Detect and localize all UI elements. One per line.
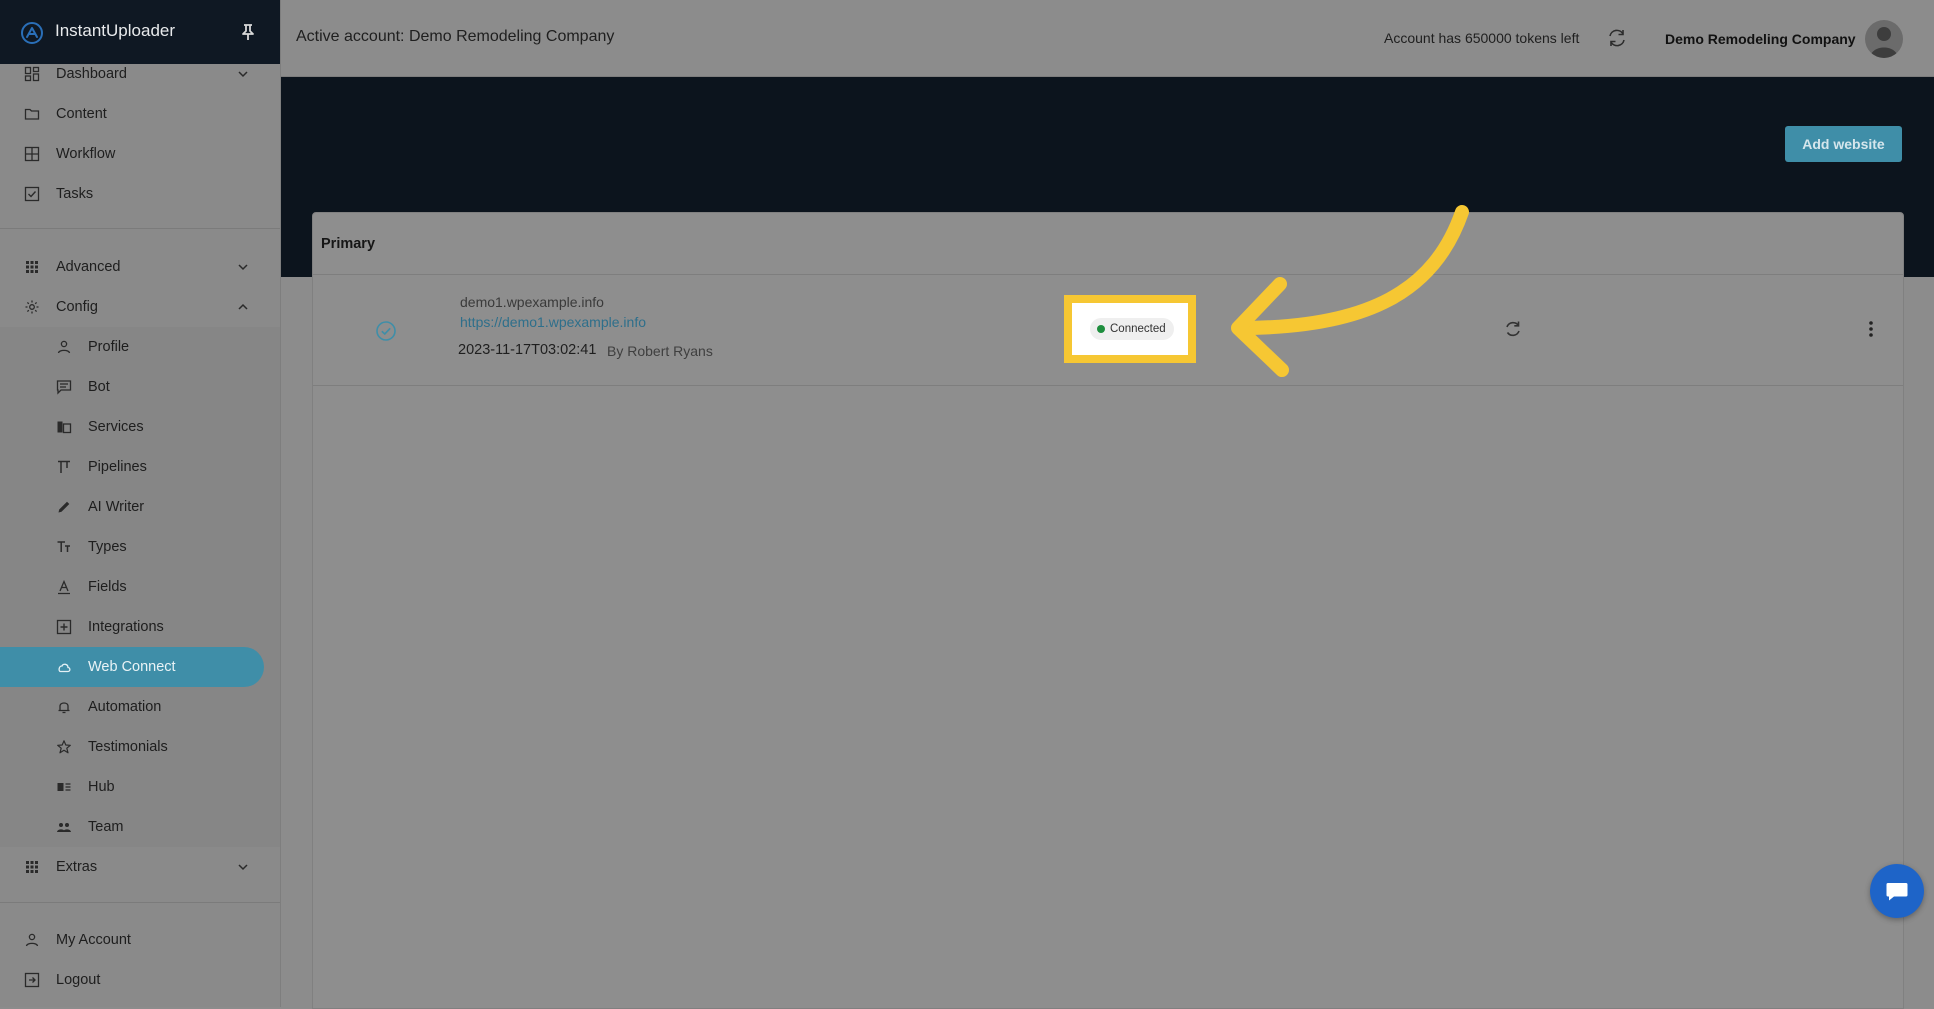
sidebar-item-content[interactable]: Content (0, 94, 280, 134)
status-label: Connected (1110, 323, 1166, 335)
sidebar-divider (0, 228, 280, 229)
sidebar-divider (0, 902, 280, 903)
sidebar-item-label: Bot (88, 379, 110, 395)
sidebar-item-testimonials[interactable]: Testimonials (0, 727, 280, 767)
sidebar-item-label: Dashboard (56, 66, 127, 82)
sidebar-item-dashboard[interactable]: Dashboard (0, 54, 280, 94)
sidebar-item-web-connect[interactable]: Web Connect (0, 647, 280, 687)
sidebar-item-label: Config (56, 299, 98, 315)
sidebar-item-team[interactable]: Team (0, 807, 280, 847)
cloud-icon (58, 663, 71, 673)
sidebar-item-tasks[interactable]: Tasks (0, 174, 280, 214)
sidebar: InstantUploader Dashboard Content Workfl… (0, 0, 281, 1007)
chevron-down-icon (238, 864, 248, 871)
status-badge: Connected (1090, 318, 1174, 340)
hub-icon (57, 783, 71, 791)
team-icon (57, 823, 71, 832)
sidebar-item-label: Advanced (56, 259, 121, 275)
apps-grid-icon (26, 261, 38, 273)
bell-icon (58, 702, 70, 714)
user-icon (57, 340, 71, 354)
sidebar-item-label: My Account (56, 932, 131, 948)
website-timestamp: 2023-11-17T03:02:41 (458, 342, 597, 358)
sidebar-item-config[interactable]: Config (0, 287, 280, 327)
sidebar-item-label: Logout (56, 972, 101, 988)
sidebar-item-label: Profile (88, 339, 130, 355)
sidebar-item-my-account[interactable]: My Account (0, 920, 280, 960)
check-circle-icon (376, 321, 396, 341)
chevron-up-icon (238, 303, 248, 310)
sidebar-item-workflow[interactable]: Workflow (0, 134, 280, 174)
sidebar-item-hub[interactable]: Hub (0, 767, 280, 807)
sidebar-item-label: Team (88, 819, 124, 835)
sidebar-item-label: Tasks (56, 186, 94, 202)
text-type-icon (57, 541, 70, 552)
user-avatar-icon (1870, 27, 1898, 58)
refresh-icon[interactable] (1606, 27, 1628, 49)
sidebar-item-types[interactable]: Types (0, 527, 280, 567)
sidebar-item-label: Integrations (88, 619, 164, 635)
user-icon (25, 933, 39, 947)
sidebar-item-logout[interactable]: Logout (0, 960, 280, 1000)
sidebar-item-integrations[interactable]: Integrations (0, 607, 280, 647)
top-bar: Active account: Demo Remodeling Company … (281, 0, 1934, 77)
sidebar-item-label: AI Writer (88, 499, 145, 515)
sidebar-item-services[interactable]: Services (0, 407, 280, 447)
apps-grid-icon (26, 861, 38, 873)
star-icon (57, 740, 71, 754)
sidebar-item-label: Workflow (56, 146, 116, 162)
sidebar-item-label: Testimonials (88, 739, 168, 755)
chat-bubble-icon (1886, 883, 1908, 901)
fields-icon (58, 579, 70, 595)
checkbox-icon (24, 186, 40, 202)
active-account-label: Active account: Demo Remodeling Company (296, 28, 615, 45)
folder-icon (24, 108, 40, 120)
chat-launcher-button[interactable] (1870, 864, 1924, 918)
plus-square-icon (56, 619, 72, 635)
sidebar-item-label: Types (88, 539, 127, 555)
sidebar-item-label: Pipelines (88, 459, 147, 475)
chevron-down-icon (238, 264, 248, 271)
sync-icon[interactable] (1503, 319, 1523, 339)
services-icon (57, 421, 72, 434)
add-website-button[interactable]: Add website (1785, 126, 1902, 162)
sidebar-item-extras[interactable]: Extras (0, 847, 280, 887)
grid-icon (24, 146, 40, 162)
annotation-arrow-icon (1231, 205, 1469, 377)
sidebar-item-label: Web Connect (88, 659, 176, 675)
pipeline-icon (58, 460, 70, 473)
chevron-down-icon (238, 71, 248, 78)
card-title: Primary (321, 236, 376, 252)
logo-icon (21, 22, 43, 44)
app-name: InstantUploader (55, 21, 176, 40)
card-header: Primary (313, 213, 1903, 275)
company-name: Demo Remodeling Company (1665, 31, 1856, 47)
sidebar-item-label: Extras (56, 859, 98, 875)
sidebar-item-label: Content (56, 106, 107, 122)
sidebar-item-label: Hub (88, 779, 115, 795)
status-dot-icon (1097, 325, 1105, 333)
sidebar-item-label: Automation (88, 699, 162, 715)
pencil-icon (58, 501, 70, 513)
dashboard-icon (24, 66, 40, 82)
sidebar-item-advanced[interactable]: Advanced (0, 247, 280, 287)
tokens-remaining: Account has 650000 tokens left (1384, 30, 1580, 46)
more-vertical-icon[interactable] (1861, 318, 1881, 340)
chat-icon (56, 380, 72, 395)
website-url-link[interactable]: https://demo1.wpexample.info (460, 314, 646, 330)
website-name: demo1.wpexample.info (460, 294, 604, 310)
sidebar-item-ai-writer[interactable]: AI Writer (0, 487, 280, 527)
sidebar-item-bot[interactable]: Bot (0, 367, 280, 407)
pin-icon[interactable] (238, 22, 258, 42)
gear-icon (25, 300, 39, 314)
sidebar-item-fields[interactable]: Fields (0, 567, 280, 607)
website-author: By Robert Ryans (607, 343, 713, 359)
logout-icon (24, 972, 40, 988)
sidebar-item-automation[interactable]: Automation (0, 687, 280, 727)
sidebar-item-pipelines[interactable]: Pipelines (0, 447, 280, 487)
sidebar-item-profile[interactable]: Profile (0, 327, 280, 367)
avatar[interactable] (1865, 20, 1903, 58)
sidebar-item-label: Fields (88, 579, 127, 595)
sidebar-item-label: Services (88, 419, 144, 435)
